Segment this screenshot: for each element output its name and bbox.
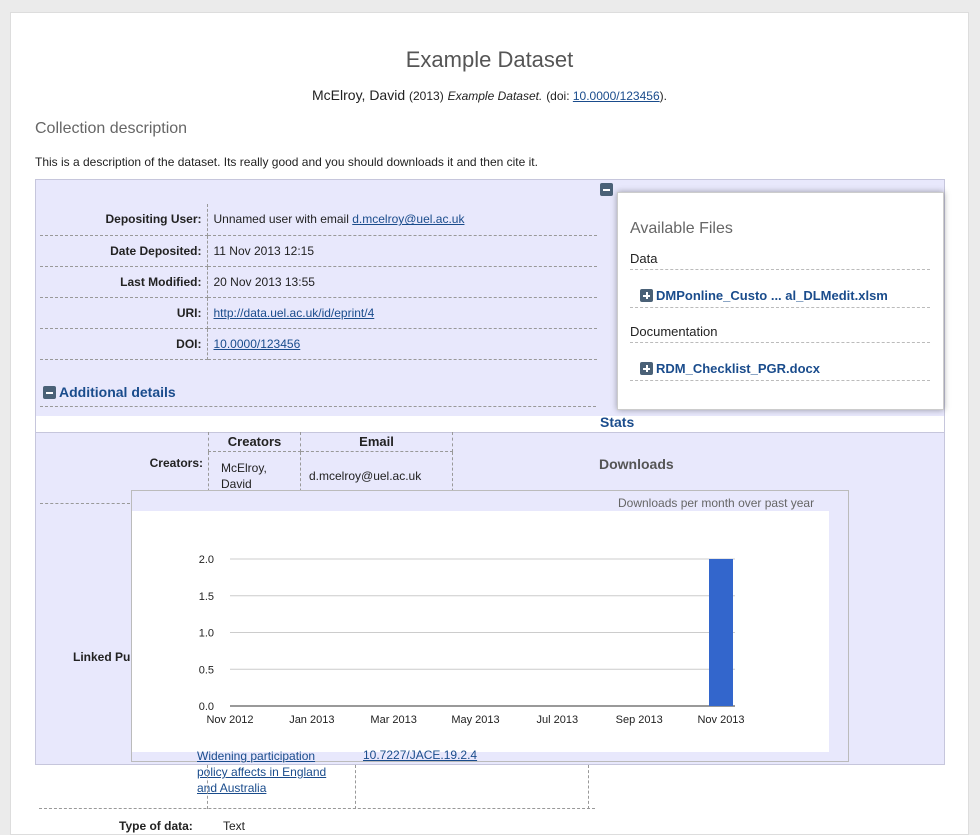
citation-doi-link[interactable]: 10.0000/123456 [573, 89, 660, 103]
creators-label: Creators: [149, 456, 203, 470]
x-tick-label: Sep 2013 [616, 714, 663, 726]
metadata-row: URI: http://data.uel.ac.uk/id/eprint/4 [40, 297, 597, 329]
x-tick-label: Mar 2013 [370, 714, 416, 726]
files-section-documentation: Documentation [630, 324, 718, 339]
expand-icon [640, 362, 653, 375]
x-tick-label: Jan 2013 [289, 714, 334, 726]
creators-header: Creators [208, 432, 301, 452]
collection-title: Collection description [35, 120, 188, 137]
divider [630, 269, 930, 270]
divider [207, 765, 208, 809]
citation-doi-prefix: (doi: [546, 89, 573, 103]
files-section-data: Data [630, 251, 658, 266]
doi-link[interactable]: 10.0000/123456 [214, 337, 301, 351]
divider [630, 342, 930, 343]
x-tick-label: Nov 2012 [206, 714, 253, 726]
divider [40, 503, 130, 504]
y-tick-label: 1.0 [199, 628, 214, 640]
citation-author: McElroy, David [312, 87, 406, 103]
last-modified-label: Last Modified: [40, 266, 208, 298]
email-header: Email [300, 432, 453, 452]
depositing-user-email-link[interactable]: d.mcelroy@uel.ac.uk [352, 212, 464, 226]
metadata-table: Depositing User: Unnamed user with email… [40, 204, 597, 360]
type-of-data-value: Text [223, 819, 246, 833]
last-modified-value: 20 Nov 2013 13:55 [207, 266, 597, 298]
depositing-user-prefix: Unnamed user with email [213, 212, 353, 227]
downloads-subtitle: Downloads per month over past year [618, 496, 815, 510]
doi-value: 10.0000/123456 [207, 328, 597, 360]
linked-paper-title-link[interactable]: Widening participation policy affects in… [197, 748, 333, 796]
collapse-icon [43, 386, 56, 399]
available-files-panel: Available Files Data DMPonline_Custo ...… [617, 192, 944, 410]
type-of-data-label: Type of data: [119, 819, 193, 833]
citation-doi-suffix: ). [659, 89, 667, 103]
x-tick-label: Nov 2013 [697, 714, 744, 726]
metadata-row: Last Modified: 20 Nov 2013 13:55 [40, 266, 597, 298]
collection-description: This is a description of the dataset. It… [35, 155, 538, 169]
additional-details-label: Additional details [59, 384, 176, 400]
linked-publications-label: Linked Pu [73, 650, 131, 664]
downloads-chart-frame: 0.0 0.5 1.0 1.5 2.0 Nov 2012 Jan 2013 Mar 2013 M… [131, 490, 849, 762]
y-tick-label: 2.0 [199, 554, 214, 566]
depositing-user-label: Depositing User: [40, 204, 208, 236]
doi-label: DOI: [40, 328, 208, 360]
additional-details-toggle[interactable]: Additional details [43, 384, 176, 400]
page-title: Example Dataset [405, 47, 574, 72]
uri-link[interactable]: http://data.uel.ac.uk/id/eprint/4 [214, 306, 375, 320]
divider [630, 307, 930, 308]
divider [588, 765, 589, 809]
divider [355, 765, 356, 809]
citation-dataset-title: Example Dataset. [447, 89, 543, 103]
divider [36, 432, 944, 433]
divider [630, 380, 930, 381]
y-tick-label: 0.0 [199, 701, 214, 713]
collapse-icon[interactable] [600, 183, 613, 196]
linked-paper-doi-link[interactable]: 10.7227/JACE.19.2.4 [363, 748, 477, 762]
divider [40, 406, 596, 407]
chart-bar [709, 559, 733, 706]
date-deposited-value: 11 Nov 2013 12:15 [207, 235, 597, 267]
citation-year: (2013) [409, 89, 444, 103]
y-tick-label: 0.5 [199, 664, 214, 676]
stats-header-bar [36, 416, 944, 432]
downloads-chart-area: 0.0 0.5 1.0 1.5 2.0 Nov 2012 Jan 2013 Mar 2013 M… [132, 511, 829, 752]
metadata-row: Depositing User: Unnamed user with email… [40, 204, 597, 236]
downloads-chart: 0.0 0.5 1.0 1.5 2.0 Nov 2012 Jan 2013 Mar 2013 M… [199, 554, 745, 726]
file-item-data[interactable]: DMPonline_Custo ... al_DLMedit.xlsm [640, 288, 888, 303]
uri-value: http://data.uel.ac.uk/id/eprint/4 [207, 297, 597, 329]
expand-icon [640, 289, 653, 302]
depositing-user-value: Unnamed user with email d.mcelroy@uel.ac… [207, 204, 597, 236]
file-item-documentation[interactable]: RDM_Checklist_PGR.docx [640, 361, 820, 376]
date-deposited-label: Date Deposited: [40, 235, 208, 267]
downloads-title: Downloads [599, 456, 674, 472]
x-tick-label: Jul 2013 [537, 714, 579, 726]
metadata-row: Date Deposited: 11 Nov 2013 12:15 [40, 235, 597, 267]
x-tick-label: May 2013 [451, 714, 499, 726]
uri-label: URI: [40, 297, 208, 329]
file-name: DMPonline_Custo ... al_DLMedit.xlsm [656, 288, 888, 303]
y-tick-label: 1.5 [199, 591, 214, 603]
available-files-title: Available Files [630, 220, 733, 237]
stats-link[interactable]: Stats [600, 414, 634, 430]
metadata-row: DOI: 10.0000/123456 [40, 328, 597, 360]
page-container: Example Dataset McElroy, David (2013) Ex… [10, 12, 969, 835]
file-name: RDM_Checklist_PGR.docx [656, 361, 820, 376]
citation: McElroy, David (2013) Example Dataset. (… [11, 87, 968, 103]
divider [39, 808, 595, 809]
